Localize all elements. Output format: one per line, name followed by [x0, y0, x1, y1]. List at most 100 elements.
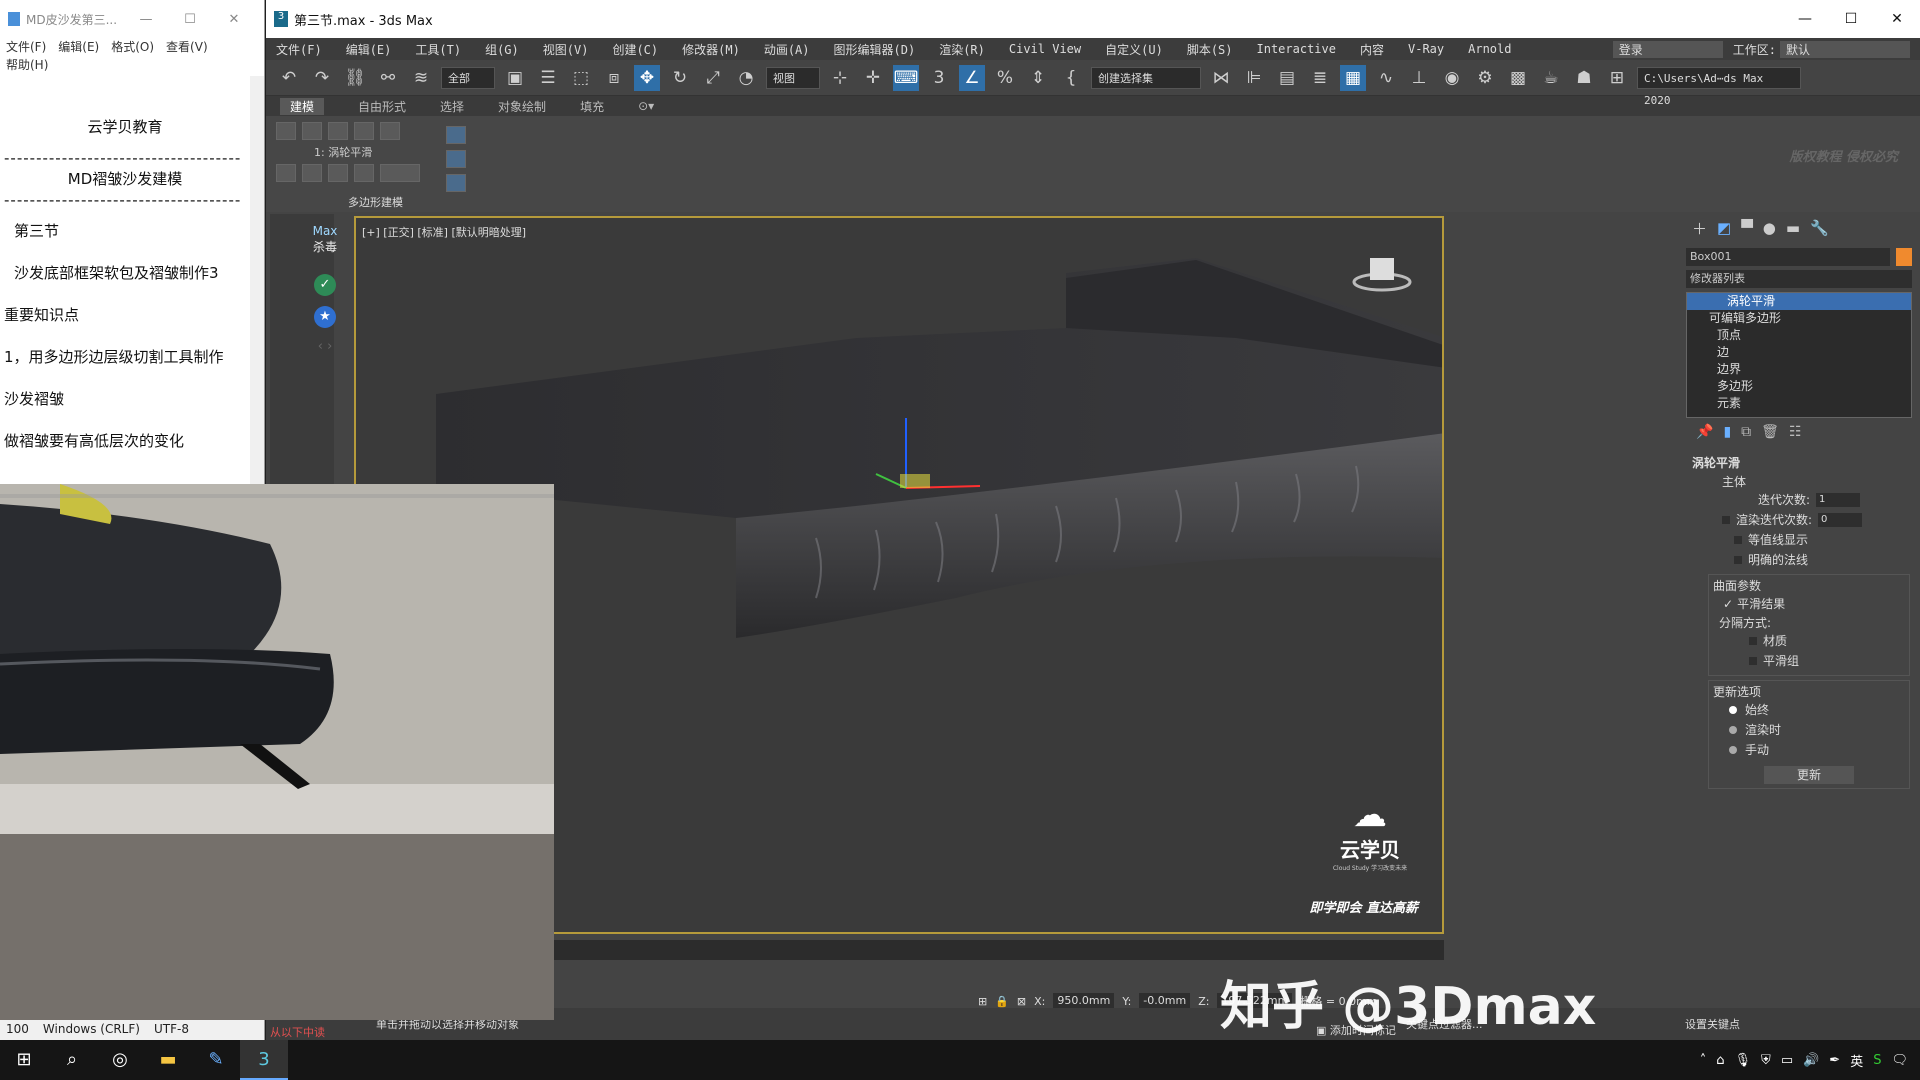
shield-icon[interactable]: ★: [314, 306, 336, 328]
tab-object-paint[interactable]: 对象绘制: [498, 98, 546, 115]
render-activeshade-icon[interactable]: ☗: [1571, 65, 1597, 91]
make-unique-icon[interactable]: [446, 174, 466, 192]
modifier-list-dropdown[interactable]: 修改器列表: [1686, 270, 1912, 288]
menu-item[interactable]: Interactive: [1257, 42, 1336, 56]
layer-explorer-icon[interactable]: ≣: [1307, 65, 1333, 91]
preview-icon[interactable]: [276, 164, 296, 182]
stack-item-edge[interactable]: 边: [1687, 344, 1911, 361]
render-icon[interactable]: ☕: [1538, 65, 1564, 91]
file-explorer-icon[interactable]: ▬: [144, 1040, 192, 1080]
notepad-task-icon[interactable]: ✎: [192, 1040, 240, 1080]
search-icon[interactable]: ⌕: [48, 1040, 96, 1080]
preview-icon[interactable]: [354, 164, 374, 182]
close-icon[interactable]: ✕: [1874, 11, 1920, 27]
menu-item[interactable]: 图形编辑器(D): [834, 41, 916, 58]
tab-freeform[interactable]: 自由形式: [358, 98, 406, 115]
redo-icon[interactable]: ↷: [309, 65, 335, 91]
create-tab-icon[interactable]: ＋: [1692, 218, 1707, 239]
absolute-mode-icon[interactable]: ⊞: [978, 995, 987, 1008]
stack-item-vertex[interactable]: 顶点: [1687, 327, 1911, 344]
menu-help[interactable]: 帮助(H): [6, 58, 48, 72]
menu-view[interactable]: 查看(V): [166, 40, 208, 54]
ribbon-options-icon[interactable]: ⊙▾: [638, 99, 654, 113]
mirror-icon[interactable]: ⋈: [1208, 65, 1234, 91]
manually-radio[interactable]: [1729, 746, 1737, 754]
place-icon[interactable]: ◔: [733, 65, 759, 91]
set-key-button[interactable]: 设置关键点: [1685, 1016, 1740, 1032]
pivot-icon[interactable]: ⊹: [827, 65, 853, 91]
absolute-relative-icon[interactable]: ⊠: [1017, 995, 1026, 1008]
stack-item-border[interactable]: 边界: [1687, 361, 1911, 378]
modify-tab-icon[interactable]: ◩: [1717, 219, 1731, 237]
shield-icon[interactable]: ⛨: [1761, 1053, 1771, 1068]
move-icon[interactable]: ✥: [634, 64, 660, 91]
when-rendering-radio[interactable]: [1729, 726, 1737, 734]
tab-modeling[interactable]: 建模: [280, 97, 325, 115]
3dsmax-task-icon[interactable]: 3: [240, 1040, 288, 1080]
render-grid-icon[interactable]: ⊞: [1604, 65, 1630, 91]
link-icon[interactable]: ⛓: [342, 65, 368, 91]
menu-item[interactable]: Arnold: [1468, 42, 1511, 56]
menu-item[interactable]: 创建(C): [612, 41, 658, 58]
curve-editor-icon[interactable]: ∿: [1373, 65, 1399, 91]
select-by-name-icon[interactable]: ☰: [535, 65, 561, 91]
network-icon[interactable]: ⌂: [1716, 1053, 1724, 1068]
security-check-icon[interactable]: ✓: [314, 274, 336, 296]
y-coordinate-field[interactable]: -0.0mm: [1139, 993, 1191, 1009]
rotate-icon[interactable]: ↻: [667, 65, 693, 91]
close-icon[interactable]: ✕: [212, 12, 256, 27]
render-iters-checkbox[interactable]: [1722, 516, 1730, 524]
material-editor-icon[interactable]: ◉: [1439, 65, 1465, 91]
make-unique-icon[interactable]: ⧉: [1741, 424, 1751, 440]
show-end-result-icon[interactable]: [446, 126, 466, 144]
chevron-up-icon[interactable]: ˄: [1700, 1053, 1707, 1068]
spinner-snap-icon[interactable]: ⇕: [1025, 65, 1051, 91]
percent-snap-icon[interactable]: %: [992, 65, 1018, 91]
element-icon[interactable]: [380, 122, 400, 140]
align-icon[interactable]: ⊫: [1241, 65, 1267, 91]
preview-icon[interactable]: [302, 164, 322, 182]
motion-tab-icon[interactable]: ●: [1763, 219, 1776, 237]
delete-modifier-icon[interactable]: 🗑: [1761, 424, 1779, 440]
menu-item[interactable]: V-Ray: [1408, 42, 1444, 56]
unlink-icon[interactable]: ⚯: [375, 65, 401, 91]
bind-space-warp-icon[interactable]: ≋: [408, 65, 434, 91]
keyboard-shortcut-icon[interactable]: ⌨: [893, 64, 919, 91]
materials-checkbox[interactable]: [1749, 637, 1757, 645]
cortana-icon[interactable]: ◎: [96, 1040, 144, 1080]
configure-sets-icon[interactable]: ☷: [1789, 424, 1802, 440]
pin-stack-icon[interactable]: [446, 150, 466, 168]
menu-item[interactable]: Civil View: [1009, 42, 1081, 56]
maxscript-listener-hint[interactable]: 从以下中读: [270, 1024, 325, 1040]
snap-toggle-icon[interactable]: 3: [926, 65, 952, 91]
polygon-icon[interactable]: [354, 122, 374, 140]
display-tab-icon[interactable]: ▬: [1786, 219, 1800, 237]
input-language[interactable]: 英: [1850, 1051, 1863, 1070]
workspace-dropdown[interactable]: 默认: [1780, 40, 1910, 58]
explicit-normals-checkbox[interactable]: [1734, 556, 1742, 564]
stack-item-turbosmooth[interactable]: 涡轮平滑: [1687, 293, 1911, 310]
smoothing-groups-checkbox[interactable]: [1749, 657, 1757, 665]
menu-item[interactable]: 组(G): [485, 41, 519, 58]
render-setup-icon[interactable]: ⚙: [1472, 65, 1498, 91]
render-iters-spinner[interactable]: 0: [1818, 513, 1863, 527]
isoline-checkbox[interactable]: [1734, 536, 1742, 544]
menu-item[interactable]: 修改器(M): [682, 41, 740, 58]
utilities-tab-icon[interactable]: 🔧: [1810, 219, 1829, 237]
volume-icon[interactable]: 🔊: [1803, 1053, 1819, 1068]
preview-icon[interactable]: [328, 164, 348, 182]
edge-icon[interactable]: [302, 122, 322, 140]
tab-selection[interactable]: 选择: [440, 98, 464, 115]
schematic-view-icon[interactable]: ⊥: [1406, 65, 1432, 91]
notifications-icon[interactable]: 🗨: [1891, 1053, 1908, 1068]
scale-icon[interactable]: ⤢: [700, 65, 726, 91]
select-manipulate-icon[interactable]: ✛: [860, 65, 886, 91]
start-icon[interactable]: ⊞: [0, 1040, 48, 1080]
menu-item[interactable]: 文件(F): [276, 41, 322, 58]
named-selection-dropdown[interactable]: 创建选择集: [1091, 66, 1201, 89]
rollout-title[interactable]: 涡轮平滑: [1692, 454, 1914, 471]
edit-named-sets-icon[interactable]: {: [1058, 65, 1084, 91]
stack-item-polygon[interactable]: 多边形: [1687, 378, 1911, 395]
viewcube-icon[interactable]: [1352, 254, 1412, 294]
vertex-icon[interactable]: [276, 122, 296, 140]
